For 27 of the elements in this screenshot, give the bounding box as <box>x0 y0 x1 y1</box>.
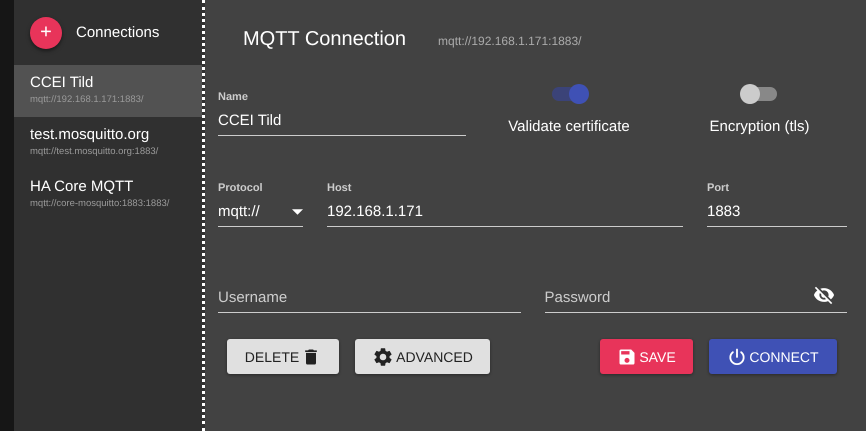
field-label: Port <box>707 182 730 194</box>
page-title: MQTT Connection <box>243 28 406 51</box>
sidebar-title: Connections <box>76 24 160 41</box>
connection-item[interactable]: HA Core MQTT mqtt://core-mosquitto:1883:1883/ <box>14 169 202 221</box>
delete-button[interactable]: DELETE <box>227 339 339 374</box>
toggle-label: Encryption (tls) <box>709 118 810 135</box>
port-field[interactable]: 1883 <box>707 203 847 227</box>
power-icon <box>727 346 748 366</box>
save-button[interactable]: SAVE <box>600 339 693 374</box>
add-button[interactable]: + <box>30 16 62 48</box>
field-label: Name <box>218 91 249 103</box>
connection-item[interactable]: CCEI Tild mqtt://192.168.1.171:1883/ <box>14 65 202 117</box>
hidden-eye-icon[interactable] <box>813 284 835 306</box>
protocol-select[interactable]: mqtt:// <box>218 203 303 227</box>
caret-icon <box>292 208 303 214</box>
gear-icon <box>372 346 394 368</box>
field-label: Protocol <box>218 182 264 194</box>
connection-url: mqtt://192.168.1.171:1883/ <box>438 34 582 48</box>
name-field[interactable]: CCEI Tild <box>218 112 466 136</box>
connect-button[interactable]: CONNECT <box>709 339 837 374</box>
advanced-button[interactable]: ADVANCED <box>355 339 490 374</box>
connection-item[interactable]: test.mosquitto.org mqtt://test.mosquitto.org:1883/ <box>14 117 202 169</box>
username-field[interactable]: Username <box>218 289 520 313</box>
field-label: Host <box>327 182 352 194</box>
toggle-switch[interactable] <box>740 82 780 106</box>
toggle-label: Validate certificate <box>508 118 630 135</box>
host-field[interactable]: 192.168.1.171 <box>327 203 683 227</box>
